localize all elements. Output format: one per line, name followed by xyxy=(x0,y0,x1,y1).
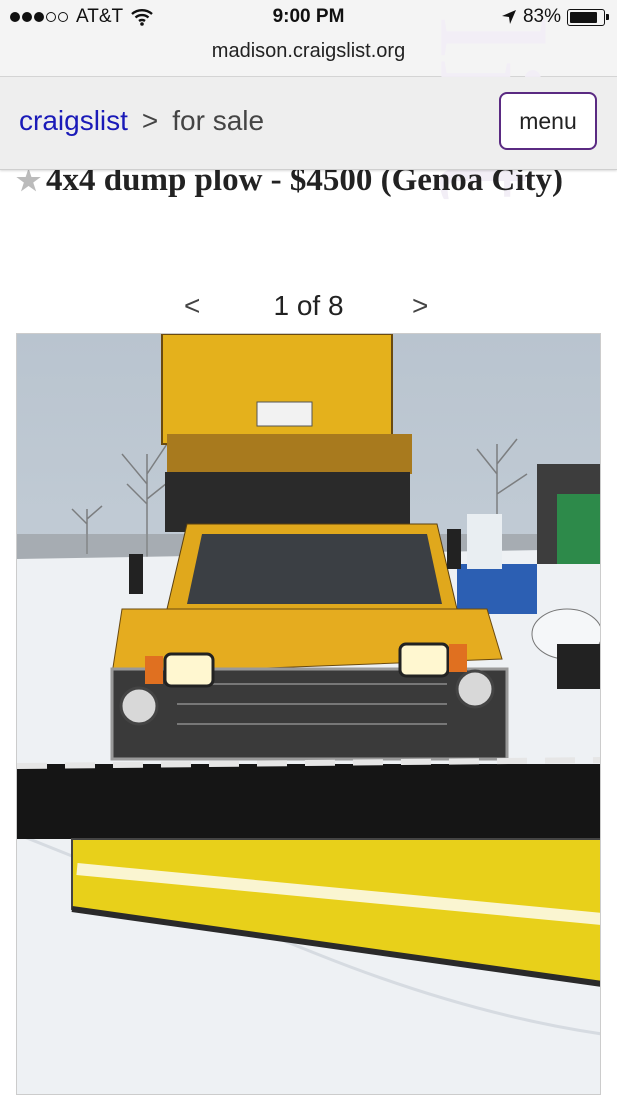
breadcrumb-separator: > xyxy=(141,105,159,136)
menu-button[interactable]: menu xyxy=(499,92,597,150)
next-image-button[interactable]: > xyxy=(412,290,428,322)
listing-photo[interactable] xyxy=(16,333,601,1095)
image-counter: 1 of 8 xyxy=(273,290,344,321)
breadcrumb-section[interactable]: for sale xyxy=(172,105,264,137)
image-pager: < 1 of 8 > xyxy=(0,288,617,328)
craigslist-home-link[interactable]: craigslist xyxy=(19,105,128,137)
nav-bar: craigslist > for sale menu xyxy=(0,77,617,170)
breadcrumb: craigslist > for sale xyxy=(19,105,264,137)
